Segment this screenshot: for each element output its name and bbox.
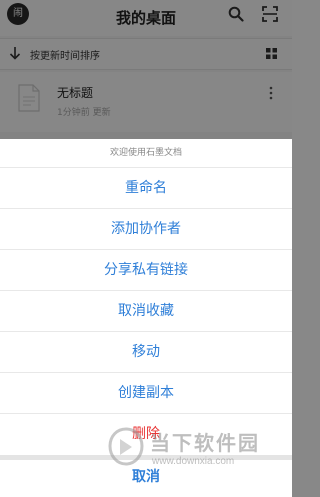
share-private-link-button[interactable]: 分享私有链接 [0,250,292,291]
watermark-url: www.downxia.com [152,456,235,467]
duplicate-button[interactable]: 创建副本 [0,373,292,414]
download-site-logo-icon [108,427,144,466]
move-button[interactable]: 移动 [0,332,292,373]
unfavorite-button[interactable]: 取消收藏 [0,291,292,332]
rename-button[interactable]: 重命名 [0,168,292,209]
watermark-text: 当下软件园 [150,431,260,455]
sheet-title: 欢迎使用石墨文档 [0,139,292,168]
add-collaborator-button[interactable]: 添加协作者 [0,209,292,250]
watermark: 当下软件园 www.downxia.com [108,423,292,479]
